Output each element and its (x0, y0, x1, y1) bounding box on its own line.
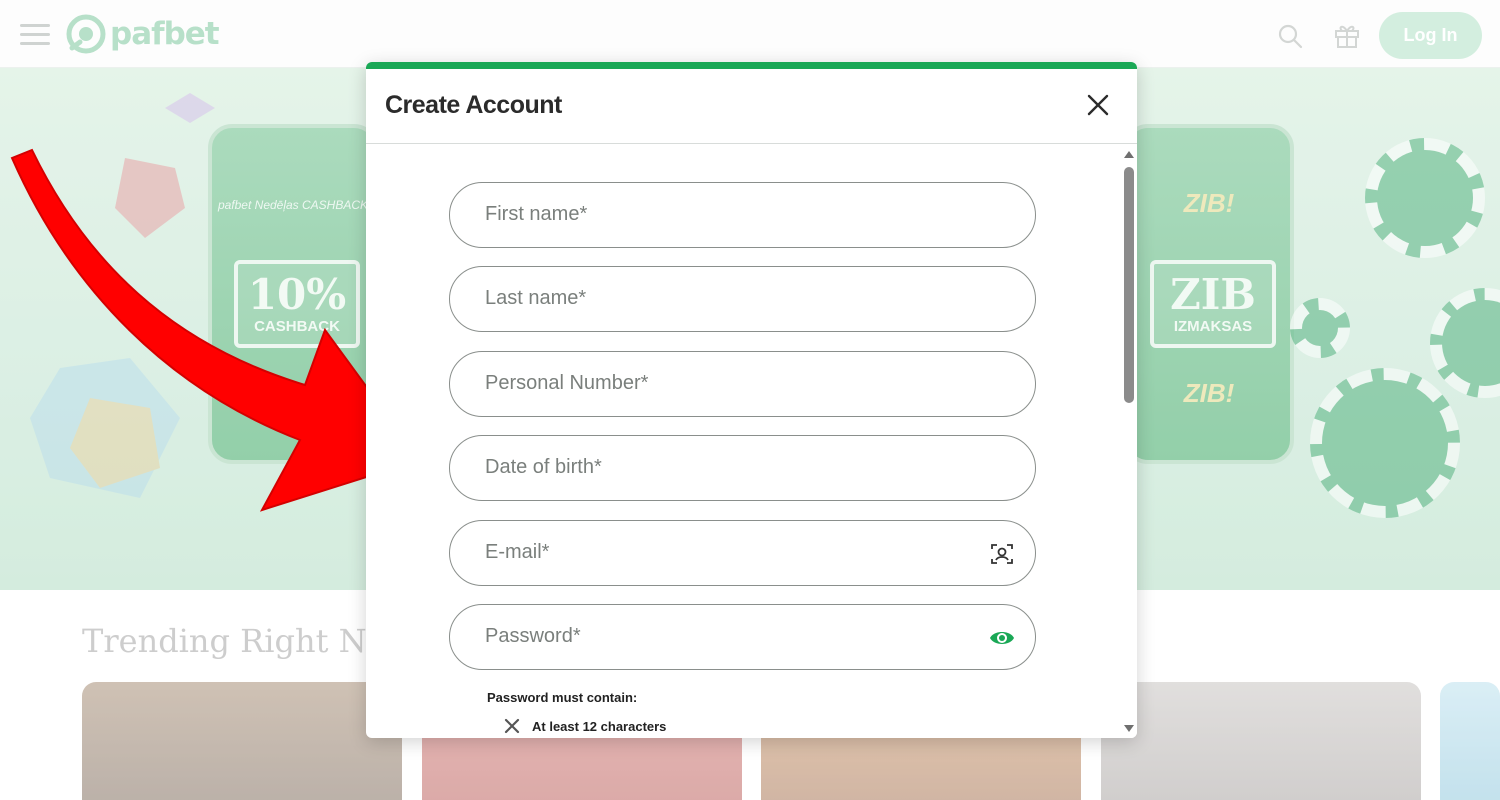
email-field[interactable]: E-mail* (449, 520, 1036, 586)
first-name-label: First name* (485, 203, 588, 225)
email-label: E-mail* (485, 541, 550, 563)
personal-number-label: Personal Number* (485, 372, 649, 394)
date-of-birth-field[interactable]: Date of birth* (449, 435, 1036, 501)
password-field[interactable]: Password* (449, 604, 1036, 670)
personal-number-field[interactable]: Personal Number* (449, 351, 1036, 417)
scroll-down-arrow-icon[interactable] (1124, 725, 1134, 732)
unmet-requirement-x-icon (504, 718, 520, 734)
create-account-modal: Create Account First name* Last name* Pe… (366, 62, 1137, 738)
modal-header: Create Account (366, 69, 1137, 144)
last-name-label: Last name* (485, 287, 587, 309)
password-rule-length: At least 12 characters (504, 718, 666, 734)
scroll-up-arrow-icon[interactable] (1124, 151, 1134, 158)
last-name-field[interactable]: Last name* (449, 266, 1036, 332)
modal-accent-bar (366, 62, 1137, 69)
scroll-thumb[interactable] (1124, 167, 1134, 403)
modal-title: Create Account (385, 91, 562, 119)
modal-body: First name* Last name* Personal Number* … (366, 145, 1122, 738)
modal-scrollbar[interactable] (1121, 145, 1137, 738)
password-requirements-heading: Password must contain: (487, 690, 638, 705)
date-of-birth-label: Date of birth* (485, 456, 602, 478)
first-name-field[interactable]: First name* (449, 182, 1036, 248)
eye-icon[interactable] (989, 625, 1015, 651)
contact-autofill-icon[interactable] (989, 541, 1015, 567)
password-label: Password* (485, 625, 581, 647)
close-icon[interactable] (1082, 89, 1114, 121)
password-rule-text: At least 12 characters (532, 718, 667, 734)
